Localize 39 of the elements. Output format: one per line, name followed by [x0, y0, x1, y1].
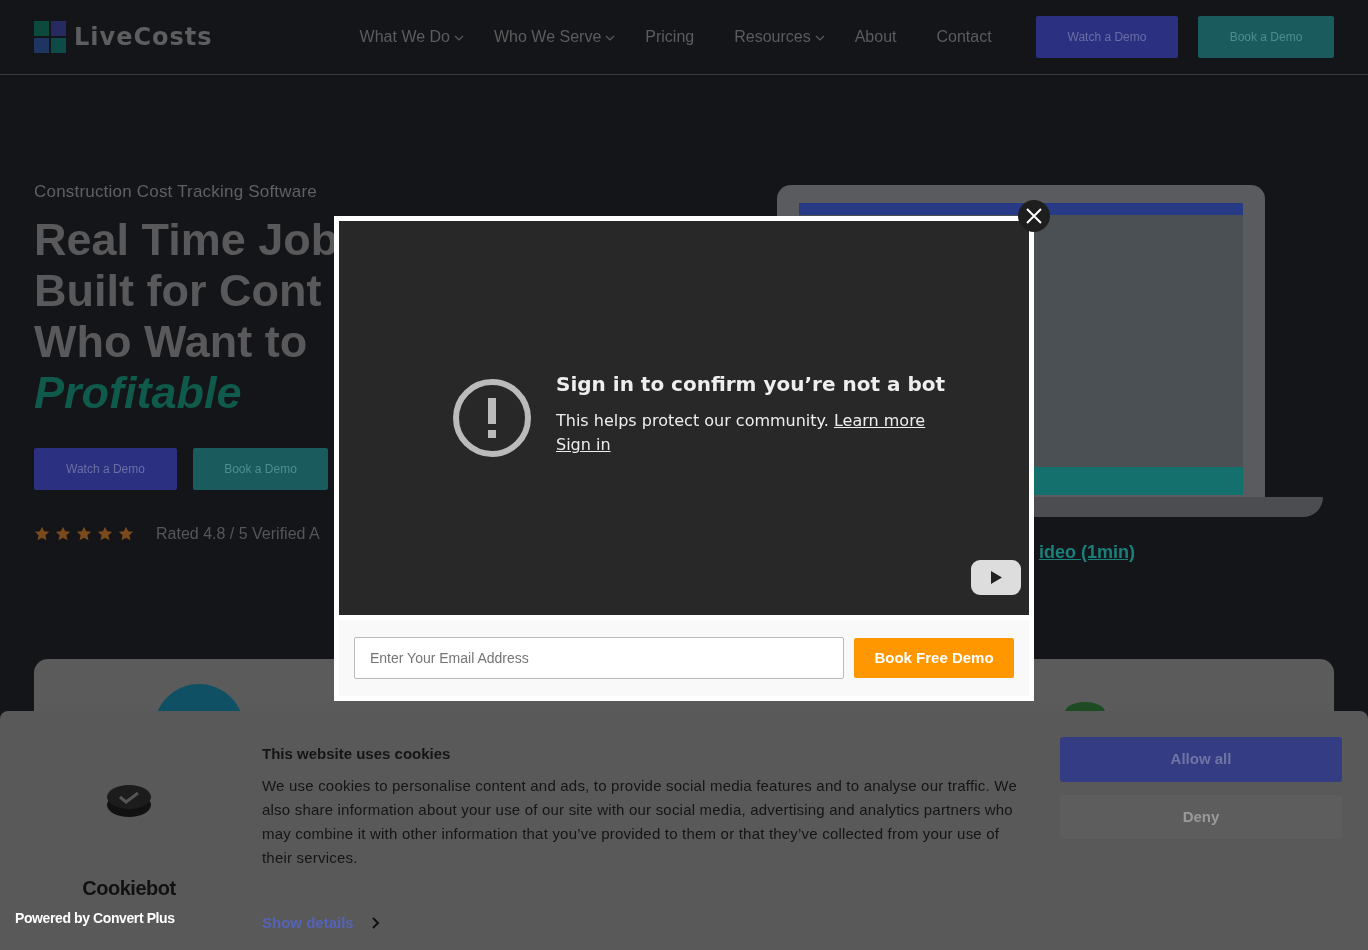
nav-link[interactable]: About [854, 25, 897, 49]
cookie-text: We use cookies to personalise content and ads, to provide social media features and to analyse our traffic. We also share information about your use of our site with our social media, advertising and analytics partners who may combine it with other information that you’ve provided to them or that they’ve collected from your use of their services. [262, 775, 1018, 868]
video-error-message: This helps protect our community. Learn more [556, 410, 927, 432]
rating-text: Rated 4.8 / 5 Verified A [156, 523, 320, 544]
nav-link[interactable]: Pricing [645, 25, 695, 49]
star-icon [34, 525, 50, 542]
brand-text: Cookiebot [82, 876, 176, 901]
nav-link[interactable]: What We Do [359, 25, 464, 49]
star-icon [118, 525, 134, 542]
cookie-logo-icon [106, 783, 152, 819]
headline-line: Built for Cont [34, 264, 322, 316]
demo-button[interactable]: Watch a Demo [1036, 16, 1178, 58]
cookie-button[interactable]: Allow all [1060, 737, 1342, 782]
book-demo-button[interactable]: Book Free Demo [854, 638, 1014, 678]
warning-icon [452, 378, 532, 458]
headline-line: Real Time Job [34, 213, 339, 265]
nav-link[interactable]: Who We Serve [494, 25, 616, 49]
headline-line: Who Want to [34, 315, 308, 367]
eyebrow-text: Construction Cost Tracking Software [34, 181, 318, 203]
star-icon [97, 525, 113, 542]
sign-in-link[interactable]: Sign in [556, 433, 611, 457]
demo-button[interactable]: Watch a Demo [34, 447, 177, 490]
headline-highlight: Profitable [34, 366, 242, 418]
cookie-button[interactable]: Deny [1060, 795, 1342, 839]
star-icon [55, 525, 71, 542]
logo-text: LiveCosts [74, 22, 213, 53]
play-icon [990, 571, 1002, 584]
chevron-right-icon [371, 916, 380, 929]
video-link[interactable]: ideo (1min) [1039, 539, 1135, 566]
play-button[interactable] [971, 560, 1021, 595]
video-error-title: Sign in to confirm you’re not a bot [556, 371, 945, 398]
nav-link[interactable]: Contact [936, 25, 992, 49]
nav-link[interactable]: Resources [734, 25, 825, 49]
star-icon [76, 525, 92, 542]
logo-icon [34, 21, 66, 53]
learn-more-link[interactable]: Learn more [833, 411, 926, 430]
cookie-title: This website uses cookies [262, 744, 452, 764]
powered-by-text: Powered by Convert Plus [15, 909, 175, 928]
email-field[interactable]: Enter Your Email Address [354, 637, 844, 679]
